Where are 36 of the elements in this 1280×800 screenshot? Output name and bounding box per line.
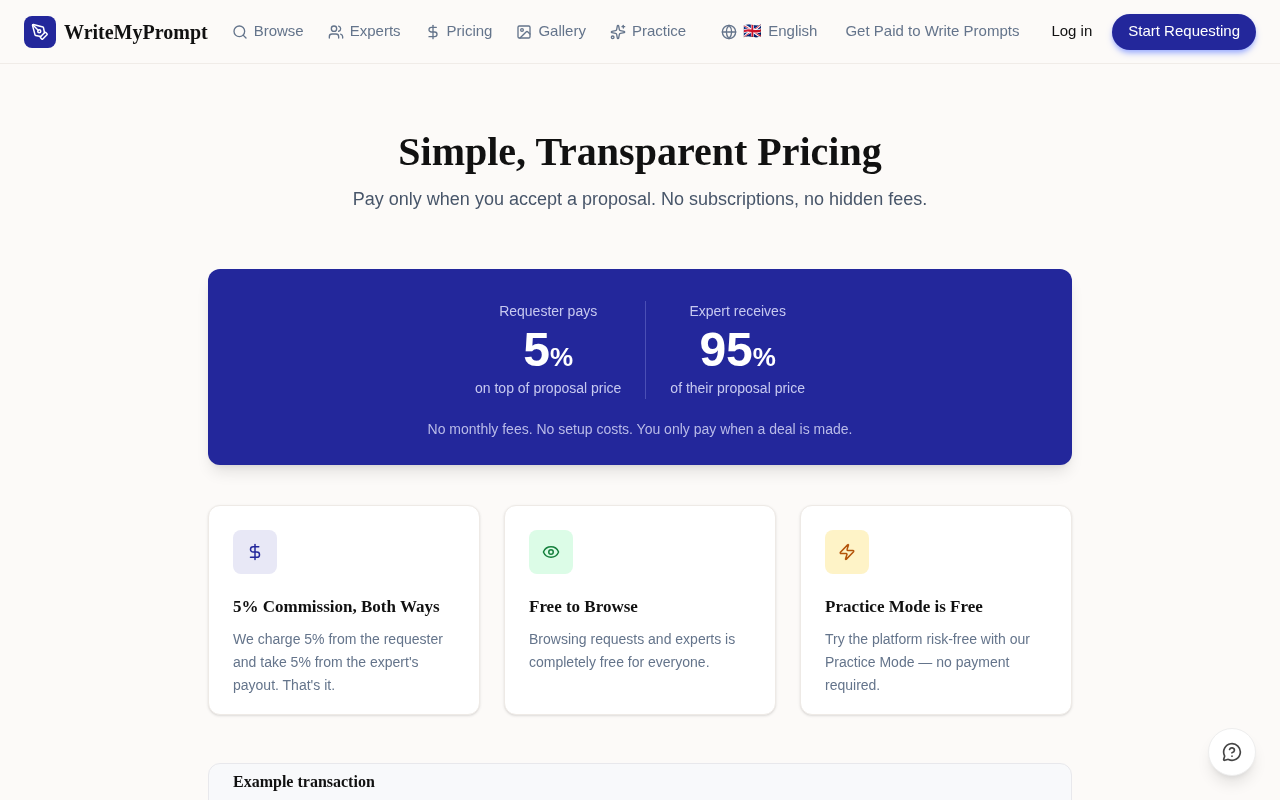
stat-value: 5% <box>523 326 574 374</box>
banner-note: No monthly fees. No setup costs. You only pay when a deal is made. <box>427 420 853 439</box>
page-subtitle: Pay only when you accept a proposal. No subscriptions, no hidden fees. <box>352 188 928 211</box>
search-icon <box>231 23 248 40</box>
logo-icon[interactable] <box>24 15 56 48</box>
nav-link[interactable]: Gallery <box>516 20 586 43</box>
nav-link[interactable]: Pricing <box>424 20 493 43</box>
nav-link[interactable]: Practice <box>609 20 687 43</box>
feature-text: We charge 5% from the requester and take 5% from the expert's payout. That's it. <box>233 629 444 695</box>
example-title: Example transaction <box>233 772 376 792</box>
start-requesting-button[interactable]: Start Requesting <box>1112 13 1256 50</box>
feature-text: Browsing requests and experts is completely free for everyone. <box>529 629 737 672</box>
stat-value: 95% <box>699 326 776 374</box>
help-icon <box>1222 742 1242 762</box>
stat-label: Expert receives <box>689 302 786 321</box>
help-button[interactable] <box>1208 728 1256 776</box>
lightning-icon <box>838 543 856 561</box>
stat-caption: of their proposal price <box>670 379 805 398</box>
stat-label: Requester pays <box>499 302 598 321</box>
page-title: Simple, Transparent Pricing <box>398 130 882 174</box>
language-selector[interactable]: 🇬🇧 English <box>721 20 818 43</box>
nav-link[interactable]: Experts <box>327 20 401 43</box>
stat-caption: on top of proposal price <box>475 379 622 398</box>
eye-icon <box>542 543 560 561</box>
globe-icon <box>721 23 738 40</box>
earn-link[interactable]: Get Paid to Write Prompts <box>845 20 1020 43</box>
nav-link[interactable]: Browse <box>231 20 304 43</box>
login-link[interactable]: Log in <box>1051 20 1093 43</box>
feature-title: 5% Commission, Both Ways <box>233 596 441 618</box>
feature-title: Free to Browse <box>529 596 639 618</box>
users-icon <box>327 23 344 40</box>
feature-title: Practice Mode is Free <box>825 596 984 618</box>
brand-name[interactable]: WriteMyPrompt <box>64 16 208 47</box>
sparkles-icon <box>609 23 626 40</box>
feature-text: Try the platform risk-free with our Practice Mode — no payment required. <box>825 629 1031 695</box>
image-icon <box>516 23 533 40</box>
